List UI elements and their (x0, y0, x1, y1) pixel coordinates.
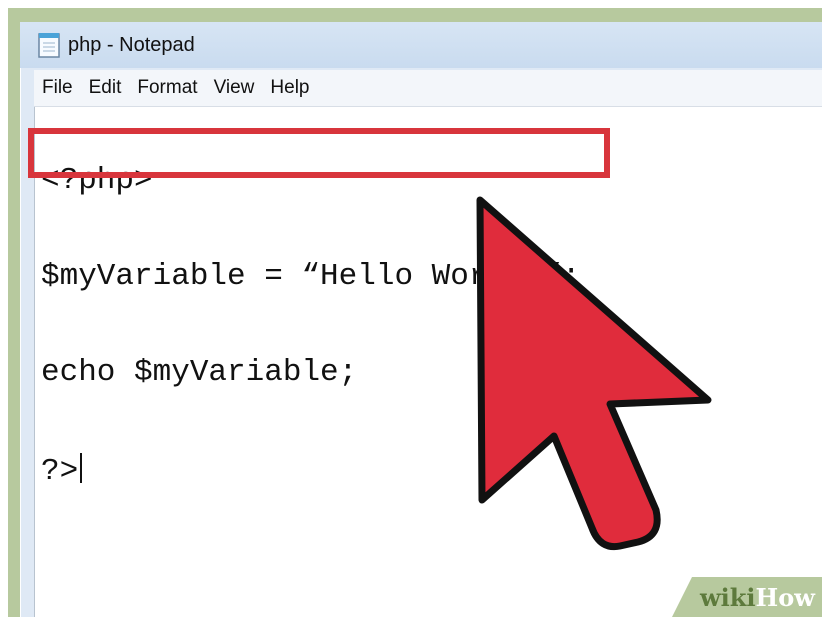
text-caret (80, 453, 83, 483)
wikihow-watermark: wikiHow (672, 577, 822, 617)
wikihow-logo: wikiHow (700, 583, 815, 612)
menu-help[interactable]: Help (262, 77, 317, 99)
highlight-box (28, 128, 610, 178)
menu-edit[interactable]: Edit (81, 77, 130, 99)
code-line-text: ?> (41, 454, 79, 489)
menu-bar: File Edit Format View Help (34, 70, 822, 107)
menu-format[interactable]: Format (129, 77, 205, 99)
title-bar[interactable]: php - Notepad (20, 22, 822, 68)
menu-view[interactable]: View (206, 77, 263, 99)
notepad-icon (38, 32, 60, 58)
pointer-arrow-icon (476, 196, 712, 551)
menu-file[interactable]: File (34, 77, 81, 99)
window-title: php - Notepad (68, 33, 195, 56)
